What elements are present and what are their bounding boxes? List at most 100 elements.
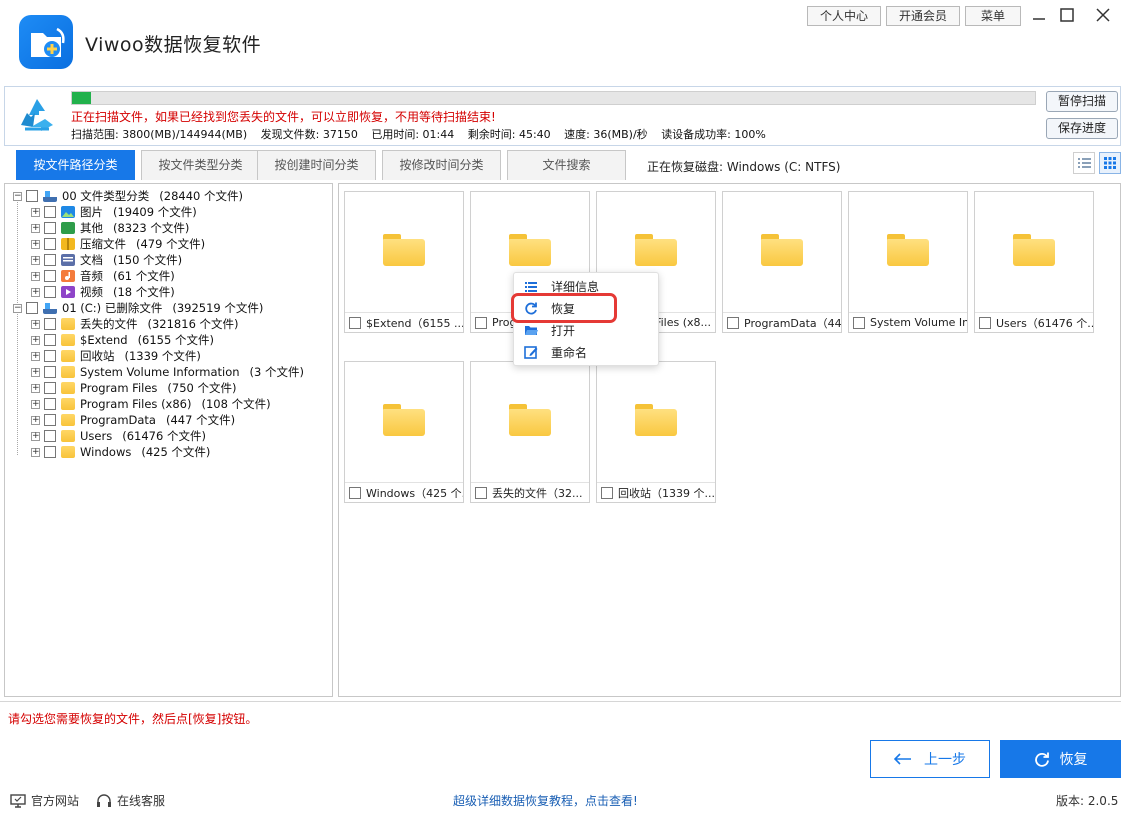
folder-card-windows[interactable]: Windows（425 个... <box>344 361 464 503</box>
tree-group-deleted-files[interactable]: − 01 (C:) 已删除文件 (392519 个文件) <box>13 300 263 316</box>
save-progress-button[interactable]: 保存进度 <box>1046 118 1118 139</box>
item-checkbox[interactable] <box>44 254 56 266</box>
tree-item-recycle-bin[interactable]: + 回收站 (1339 个文件) <box>31 348 201 364</box>
tab-by-path[interactable]: 按文件路径分类 <box>16 150 135 180</box>
drive-icon <box>43 303 57 314</box>
menu-item-rename[interactable]: 重命名 <box>514 341 658 363</box>
card-checkbox[interactable] <box>727 316 739 329</box>
item-checkbox[interactable] <box>44 286 56 298</box>
personal-center-button[interactable]: 个人中心 <box>807 6 881 26</box>
expand-icon[interactable]: + <box>31 431 40 441</box>
card-checkbox[interactable] <box>475 316 487 329</box>
expand-icon[interactable]: + <box>31 367 40 377</box>
item-checkbox[interactable] <box>44 446 56 458</box>
tab-by-created-time[interactable]: 按创建时间分类 <box>257 150 376 180</box>
expand-icon[interactable]: + <box>31 415 40 425</box>
tree-count: (18 个文件) <box>113 285 175 299</box>
collapse-icon[interactable]: − <box>13 191 22 201</box>
card-checkbox[interactable] <box>349 316 361 329</box>
folder-card-recycle-bin[interactable]: 回收站（1339 个... <box>596 361 716 503</box>
expand-icon[interactable]: + <box>31 223 40 233</box>
membership-button[interactable]: 开通会员 <box>886 6 960 26</box>
tree-label: $Extend <box>80 333 128 347</box>
back-button[interactable]: 上一步 <box>870 740 990 778</box>
tree-label: Windows <box>80 445 132 459</box>
item-checkbox[interactable] <box>44 318 56 330</box>
expand-icon[interactable]: + <box>31 287 40 297</box>
expand-icon[interactable]: + <box>31 335 40 345</box>
menu-button[interactable]: 菜单 <box>965 6 1021 26</box>
folder-card-system-volume-information[interactable]: System Volume In... <box>848 191 968 333</box>
tree-item-windows[interactable]: + Windows (425 个文件) <box>31 444 210 460</box>
item-checkbox[interactable] <box>44 238 56 250</box>
expand-icon[interactable]: + <box>31 319 40 329</box>
found-count: 发现文件数: 37150 <box>260 128 358 141</box>
grid-view-icon[interactable] <box>1099 152 1121 174</box>
tree-item-lost-files[interactable]: + 丢失的文件 (321816 个文件) <box>31 316 239 332</box>
item-checkbox[interactable] <box>44 222 56 234</box>
tree-item-programdata[interactable]: + ProgramData (447 个文件) <box>31 412 235 428</box>
tree-count: (321816 个文件) <box>147 317 239 331</box>
tree-item-images[interactable]: + 图片 (19409 个文件) <box>31 204 197 220</box>
expand-icon[interactable]: + <box>31 447 40 457</box>
folder-icon <box>61 350 75 362</box>
folder-card-lost-files[interactable]: 丢失的文件（32... <box>470 361 590 503</box>
card-checkbox[interactable] <box>349 486 361 499</box>
item-checkbox[interactable] <box>44 414 56 426</box>
item-checkbox[interactable] <box>44 206 56 218</box>
item-checkbox[interactable] <box>44 350 56 362</box>
tree-label: 丢失的文件 <box>80 317 138 331</box>
expand-icon[interactable]: + <box>31 271 40 281</box>
tree-item-audio[interactable]: + 音频 (61 个文件) <box>31 268 175 284</box>
expand-icon[interactable]: + <box>31 399 40 409</box>
tree-item-archives[interactable]: + 压缩文件 (479 个文件) <box>31 236 205 252</box>
folder-card-extend[interactable]: $Extend（6155 ... <box>344 191 464 333</box>
tree-item-extend[interactable]: + $Extend (6155 个文件) <box>31 332 214 348</box>
expand-icon[interactable]: + <box>31 239 40 249</box>
folder-icon <box>61 334 75 346</box>
tree-item-documents[interactable]: + 文档 (150 个文件) <box>31 252 182 268</box>
card-checkbox[interactable] <box>475 486 487 499</box>
tree-item-other[interactable]: + 其他 (8323 个文件) <box>31 220 189 236</box>
item-checkbox[interactable] <box>44 398 56 410</box>
tutorial-link[interactable]: 超级详细数据恢复教程，点击查看! <box>453 792 638 809</box>
tree-item-users[interactable]: + Users (61476 个文件) <box>31 428 206 444</box>
tab-file-search[interactable]: 文件搜索 <box>507 150 626 180</box>
folder-card-programdata[interactable]: ProgramData（44... <box>722 191 842 333</box>
recover-button[interactable]: 恢复 <box>1000 740 1121 778</box>
folder-icon <box>383 234 425 266</box>
tree-item-program-files[interactable]: + Program Files (750 个文件) <box>31 380 237 396</box>
item-checkbox[interactable] <box>44 334 56 346</box>
expand-icon[interactable]: + <box>31 351 40 361</box>
online-service-link[interactable]: 在线客服 <box>96 792 165 809</box>
tab-by-type[interactable]: 按文件类型分类 <box>141 150 260 180</box>
tree-item-program-files-x86[interactable]: + Program Files (x86) (108 个文件) <box>31 396 271 412</box>
tab-by-modified-time[interactable]: 按修改时间分类 <box>382 150 501 180</box>
card-checkbox[interactable] <box>601 486 613 499</box>
expand-icon[interactable]: + <box>31 255 40 265</box>
tree-group-file-types[interactable]: − 00 文件类型分类 (28440 个文件) <box>13 188 243 204</box>
back-button-label: 上一步 <box>924 752 966 768</box>
close-icon[interactable] <box>1092 4 1114 26</box>
item-checkbox[interactable] <box>44 382 56 394</box>
tree-count: (750 个文件) <box>167 381 237 395</box>
item-checkbox[interactable] <box>44 366 56 378</box>
official-site-link[interactable]: 官方网站 <box>10 792 79 809</box>
minimize-icon[interactable] <box>1028 4 1050 26</box>
tree-item-video[interactable]: + 视频 (18 个文件) <box>31 284 175 300</box>
tree-item-system-volume-information[interactable]: + System Volume Information (3 个文件) <box>31 364 304 380</box>
folder-card-users[interactable]: Users（61476 个... <box>974 191 1094 333</box>
collapse-icon[interactable]: − <box>13 303 22 313</box>
item-checkbox[interactable] <box>44 430 56 442</box>
pause-scan-button[interactable]: 暂停扫描 <box>1046 91 1118 112</box>
tree-label: 压缩文件 <box>80 237 126 251</box>
list-view-icon[interactable] <box>1073 152 1095 174</box>
group-checkbox[interactable] <box>26 302 38 314</box>
expand-icon[interactable]: + <box>31 383 40 393</box>
maximize-icon[interactable] <box>1056 4 1078 26</box>
expand-icon[interactable]: + <box>31 207 40 217</box>
card-checkbox[interactable] <box>853 316 865 329</box>
group-checkbox[interactable] <box>26 190 38 202</box>
item-checkbox[interactable] <box>44 270 56 282</box>
card-checkbox[interactable] <box>979 316 991 329</box>
